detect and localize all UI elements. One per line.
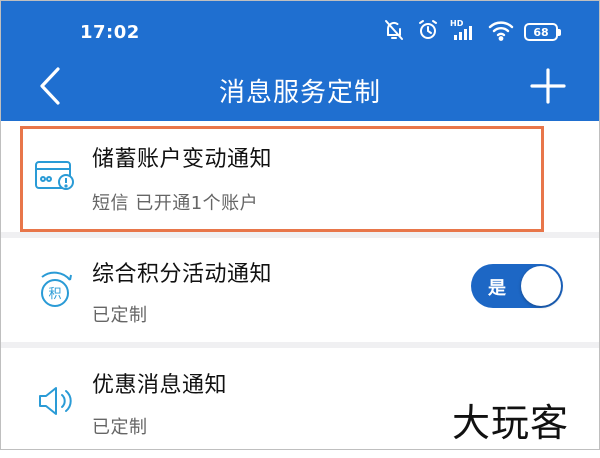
points-notification-toggle[interactable]: 是 [471,264,563,308]
status-bar: 17:02 HD 68 [0,0,600,58]
app-header: 17:02 HD 68 消息服务定制 [0,0,600,121]
watermark-logo: 大玩客 [452,401,570,445]
item-title: 储蓄账户变动通知 [92,147,273,172]
status-icons: HD 68 [382,18,561,46]
item-subtitle: 已定制 [92,417,148,438]
plus-icon [530,68,566,104]
page-title: 消息服务定制 [218,78,381,108]
speaker-icon [30,376,80,426]
battery-icon: 68 [524,23,561,41]
item-title: 综合积分活动通知 [92,262,273,287]
list-item-savings-account[interactable]: 储蓄账户变动通知 短信 已开通1个账户 [0,121,600,232]
toggle-knob [521,266,561,306]
points-icon: 积 [30,266,80,316]
card-alert-icon [30,151,80,201]
toggle-label: 是 [488,278,506,299]
svg-text:积: 积 [48,287,61,302]
list-item-points-activity[interactable]: 积 综合积分活动通知 已定制 是 [0,238,600,342]
item-title: 优惠消息通知 [92,373,228,398]
alarm-clock-icon [416,18,440,46]
item-subtitle: 已定制 [92,305,148,326]
svg-text:HD: HD [450,19,464,28]
battery-level: 68 [533,25,549,39]
mute-bell-icon [382,18,406,46]
nav-bar: 消息服务定制 [0,58,600,121]
item-subtitle: 短信 已开通1个账户 [92,193,259,214]
status-time: 17:02 [80,22,140,43]
wifi-icon [488,19,514,45]
hd-signal-icon: HD [450,18,478,46]
add-button[interactable] [526,64,570,108]
